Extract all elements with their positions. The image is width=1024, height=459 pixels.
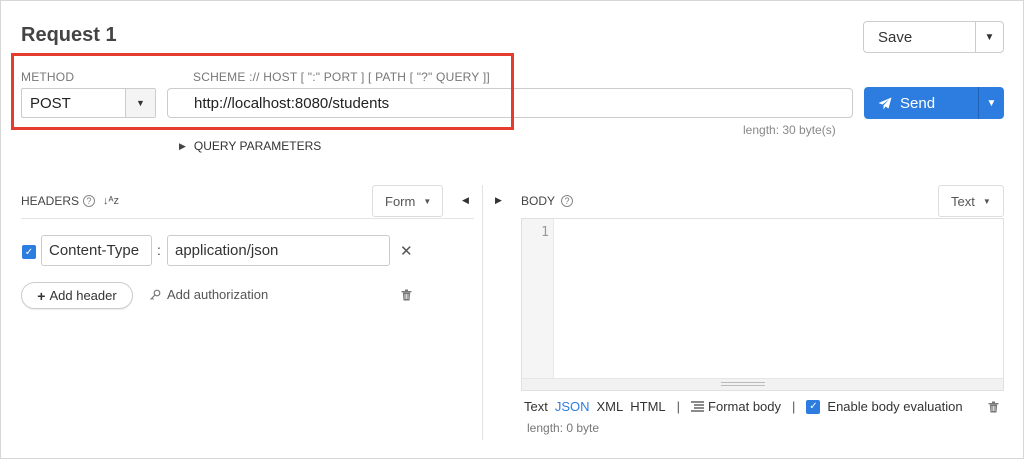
body-mode-dropdown[interactable]: Text ▼ xyxy=(938,185,1004,217)
headers-divider xyxy=(21,218,474,219)
line-gutter: 1 xyxy=(522,219,554,379)
send-label: Send xyxy=(900,94,936,112)
sort-alpha-icon[interactable]: ↓ᴬᴢ xyxy=(103,195,119,207)
format-body-button[interactable]: Format body xyxy=(691,399,781,414)
line-number: 1 xyxy=(541,225,549,240)
send-button-group: Send ▼ xyxy=(864,87,1004,119)
format-body-label: Format body xyxy=(708,399,782,414)
query-parameters-toggle[interactable]: ▶ QUERY PARAMETERS xyxy=(179,139,321,153)
save-button[interactable]: Save xyxy=(864,22,975,52)
help-icon[interactable]: ? xyxy=(561,195,574,207)
save-button-group: Save ▼ xyxy=(863,21,1004,53)
trash-icon[interactable] xyxy=(401,289,412,301)
plus-icon: + xyxy=(37,287,46,304)
format-html[interactable]: HTML xyxy=(630,399,665,414)
url-length: length: 30 byte(s) xyxy=(743,123,836,137)
enable-evaluation-label: Enable body evaluation xyxy=(827,399,963,414)
caret-right-icon: ▶ xyxy=(179,140,186,151)
header-key-input[interactable]: Content-Type xyxy=(41,235,152,266)
highlight-box xyxy=(11,53,514,130)
body-mode-label: Text xyxy=(951,193,975,209)
body-format-bar: Text JSON XML HTML | Format body | ✓ Ena… xyxy=(524,399,963,414)
help-icon[interactable]: ? xyxy=(83,195,96,207)
separator: | xyxy=(792,399,796,414)
add-authorization-link[interactable]: Add authorization xyxy=(149,287,268,302)
key-icon xyxy=(150,289,161,300)
send-button[interactable]: Send xyxy=(864,87,978,119)
close-icon[interactable]: ✕ xyxy=(400,242,413,260)
panel-divider[interactable] xyxy=(482,185,483,440)
enable-evaluation-checkbox[interactable]: ✓ xyxy=(806,399,821,414)
format-text[interactable]: Text xyxy=(524,399,548,414)
format-json[interactable]: JSON xyxy=(555,399,590,414)
headers-mode-label: Form xyxy=(385,193,416,209)
save-dropdown-chevron-icon[interactable]: ▼ xyxy=(975,22,1003,52)
query-parameters-label: QUERY PARAMETERS xyxy=(193,139,322,153)
align-left-icon xyxy=(691,401,705,412)
body-label: BODY xyxy=(521,194,556,208)
send-dropdown-chevron-icon[interactable]: ▼ xyxy=(978,87,1004,119)
headers-mode-dropdown[interactable]: Form ▼ xyxy=(372,185,443,217)
format-xml[interactable]: XML xyxy=(597,399,624,414)
separator: | xyxy=(676,399,681,414)
collapse-right-icon[interactable]: ▶ xyxy=(495,195,502,206)
collapse-left-icon[interactable]: ◀ xyxy=(462,195,469,206)
headers-label: HEADERS xyxy=(21,194,80,208)
add-header-label: Add header xyxy=(49,288,117,303)
resize-grip-icon[interactable] xyxy=(721,382,765,386)
body-section-title: BODY ? xyxy=(521,194,574,208)
headers-section-title: HEADERS ? ↓ᴬᴢ xyxy=(21,194,119,208)
add-authorization-label: Add authorization xyxy=(167,287,269,302)
editor-resize-bar[interactable] xyxy=(522,378,1003,390)
request-panel: Request 1 Save ▼ METHOD SCHEME :// HOST … xyxy=(0,0,1024,459)
trash-icon[interactable] xyxy=(988,401,999,413)
body-editor[interactable]: 1 xyxy=(521,218,1004,391)
chevron-down-icon: ▼ xyxy=(423,196,432,206)
header-colon: : xyxy=(157,242,161,258)
header-enabled-checkbox[interactable]: ✓ xyxy=(22,245,36,259)
paper-plane-icon xyxy=(878,97,892,109)
body-length: length: 0 byte xyxy=(527,421,600,435)
header-value-input[interactable]: application/json xyxy=(167,235,390,266)
chevron-down-icon: ▼ xyxy=(982,196,991,206)
request-title: Request 1 xyxy=(21,24,117,46)
add-header-button[interactable]: + Add header xyxy=(21,282,133,309)
